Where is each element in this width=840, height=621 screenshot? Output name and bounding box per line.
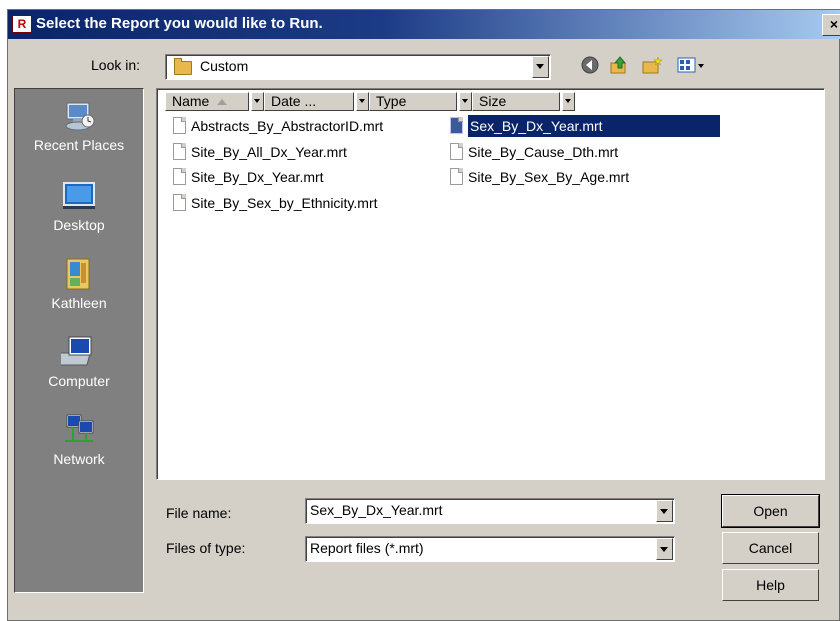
desktop-icon: [61, 179, 97, 213]
document-icon: [450, 117, 463, 134]
place-kathleen[interactable]: Kathleen: [15, 257, 143, 311]
recent-places-icon: [61, 99, 97, 133]
file-name-field[interactable]: Sex_By_Dx_Year.mrt: [305, 498, 675, 524]
column-filter-icon[interactable]: [459, 92, 472, 111]
back-icon[interactable]: [579, 55, 601, 77]
document-icon: [173, 117, 186, 134]
document-icon: [450, 143, 463, 160]
file-item[interactable]: Site_By_All_Dx_Year.mrt: [169, 141, 347, 163]
document-icon: [173, 194, 186, 211]
column-filter-icon[interactable]: [562, 92, 575, 111]
new-folder-icon[interactable]: [641, 55, 663, 77]
chevron-down-icon[interactable]: [656, 538, 673, 560]
file-item[interactable]: Site_By_Dx_Year.mrt: [169, 166, 324, 188]
places-bar: Recent Places Desktop Kathleen Computer …: [14, 88, 144, 593]
column-header-name[interactable]: Name: [165, 92, 249, 111]
place-recent-places[interactable]: Recent Places: [15, 99, 143, 153]
file-item[interactable]: Abstracts_By_AbstractorID.mrt: [169, 115, 383, 137]
file-name-value: Sex_By_Dx_Year.mrt: [310, 502, 443, 518]
file-type-value: Report files (*.mrt): [310, 540, 424, 556]
file-item[interactable]: Site_By_Sex_by_Ethnicity.mrt: [169, 192, 378, 214]
place-label: Desktop: [53, 217, 105, 233]
file-type-select[interactable]: Report files (*.mrt): [305, 536, 675, 562]
dialog-title: Select the Report you would like to Run.: [36, 15, 323, 32]
file-item[interactable]: Site_By_Sex_By_Age.mrt: [446, 166, 629, 188]
file-name: Site_By_Dx_Year.mrt: [191, 169, 324, 185]
column-header-label: Date ...: [271, 93, 317, 109]
user-folder-icon: [61, 257, 97, 291]
place-label: Computer: [48, 373, 110, 389]
column-header-size[interactable]: Size: [472, 92, 560, 111]
app-icon: R: [12, 15, 32, 33]
chevron-down-icon[interactable]: [656, 500, 673, 522]
column-filter-icon[interactable]: [356, 92, 369, 111]
file-name: Site_By_All_Dx_Year.mrt: [191, 144, 347, 160]
title-bar[interactable]: R Select the Report you would like to Ru…: [8, 10, 840, 39]
document-icon: [173, 143, 186, 160]
file-item-selected[interactable]: Sex_By_Dx_Year.mrt: [446, 115, 720, 137]
column-header-label: Size: [479, 93, 507, 109]
cancel-button[interactable]: Cancel: [722, 532, 819, 564]
document-icon: [173, 168, 186, 185]
file-list[interactable]: Name Date ... Type Size Abstracts_By_Abs…: [156, 88, 825, 480]
file-name: Site_By_Cause_Dth.mrt: [468, 144, 619, 160]
sort-ascending-icon: [217, 99, 228, 106]
file-name: Site_By_Sex_by_Ethnicity.mrt: [191, 195, 378, 211]
look-in-label: Look in:: [91, 57, 141, 73]
dropdown-arrow-icon: [660, 547, 668, 552]
help-button[interactable]: Help: [722, 569, 819, 601]
column-header-label: Type: [376, 93, 407, 109]
file-item[interactable]: Site_By_Cause_Dth.mrt: [446, 141, 618, 163]
place-label: Network: [53, 451, 105, 467]
column-header-type[interactable]: Type: [369, 92, 457, 111]
file-type-label: Files of type:: [166, 540, 246, 556]
document-icon: [450, 168, 463, 185]
column-filter-icon[interactable]: [251, 92, 264, 111]
look-in-value: Custom: [200, 58, 249, 74]
file-name: Site_By_Sex_By_Age.mrt: [468, 169, 630, 185]
close-button[interactable]: ×: [822, 14, 840, 36]
open-report-dialog: R Select the Report you would like to Ru…: [7, 9, 840, 621]
place-network[interactable]: Network: [15, 413, 143, 467]
computer-icon: [54, 335, 97, 369]
place-computer[interactable]: Computer: [15, 335, 143, 389]
place-label: Recent Places: [33, 137, 125, 153]
place-desktop[interactable]: Desktop: [15, 179, 143, 233]
chevron-down-icon[interactable]: [532, 56, 549, 78]
column-header-date[interactable]: Date ...: [264, 92, 354, 111]
open-button[interactable]: Open: [721, 494, 820, 528]
column-header-label: Name: [172, 93, 210, 109]
views-menu-icon[interactable]: [676, 55, 706, 77]
up-folder-icon[interactable]: [608, 55, 630, 77]
network-icon: [61, 413, 97, 447]
place-label: Kathleen: [51, 295, 107, 311]
file-name: Abstracts_By_AbstractorID.mrt: [191, 118, 384, 134]
file-name-label: File name:: [166, 505, 232, 521]
dropdown-arrow-icon: [660, 509, 668, 514]
look-in-select[interactable]: Custom: [165, 54, 551, 80]
folder-icon: [174, 58, 192, 75]
file-name: Sex_By_Dx_Year.mrt: [468, 115, 720, 137]
